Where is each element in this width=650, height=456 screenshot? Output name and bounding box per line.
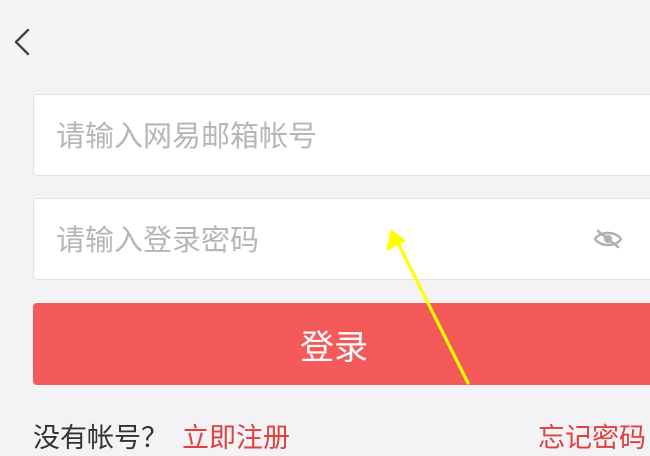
password-input[interactable]	[54, 199, 578, 281]
username-field-container	[33, 94, 650, 177]
password-visibility-toggle[interactable]	[590, 221, 626, 257]
forgot-password-link[interactable]: 忘记密码	[538, 422, 646, 456]
eye-off-icon	[593, 229, 623, 249]
login-button-label: 登录	[300, 327, 368, 368]
register-prompt: 没有帐号？ 立即注册	[33, 422, 290, 456]
password-field-container	[33, 198, 650, 281]
register-link[interactable]: 立即注册	[182, 423, 290, 454]
chevron-left-icon	[14, 28, 30, 56]
username-input[interactable]	[54, 95, 578, 177]
login-button[interactable]: 登录	[33, 303, 650, 385]
no-account-text: 没有帐号？	[33, 423, 168, 454]
back-button[interactable]	[4, 22, 40, 62]
